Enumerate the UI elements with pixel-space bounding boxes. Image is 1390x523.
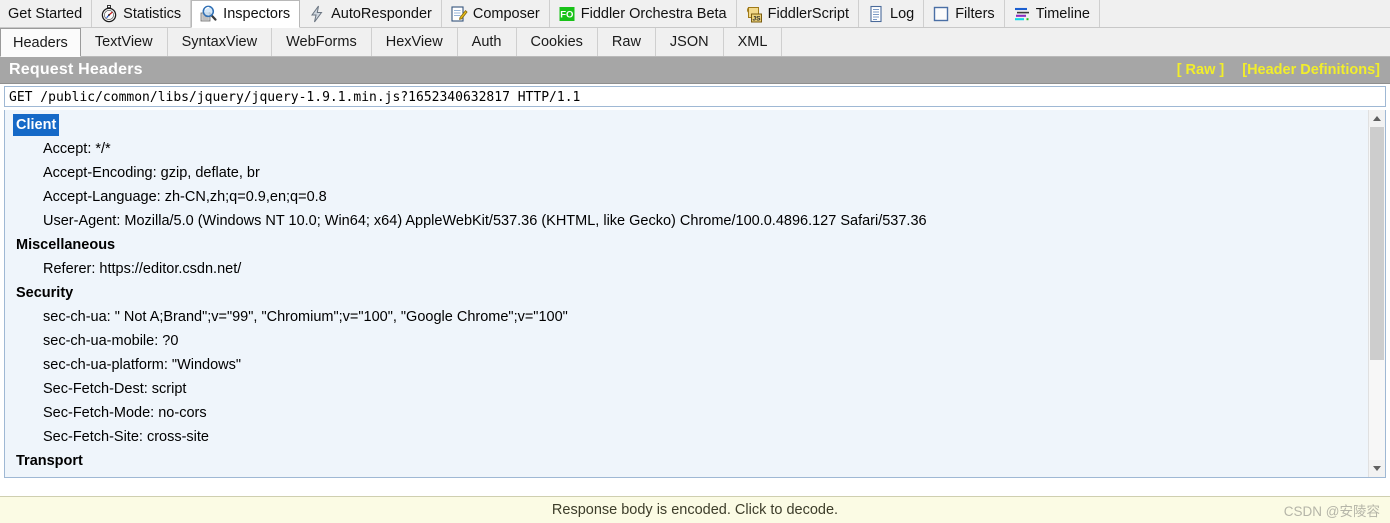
- header-row-accept-language[interactable]: Accept-Language: zh-CN,zh;q=0.9,en;q=0.8: [5, 185, 1368, 209]
- log-lines-icon: [867, 5, 885, 23]
- header-row-accept-encoding[interactable]: Accept-Encoding: gzip, deflate, br: [5, 161, 1368, 185]
- subtab-headers-label: Headers: [13, 34, 68, 51]
- subtab-auth[interactable]: Auth: [458, 28, 517, 56]
- header-row-sec-ch-ua[interactable]: sec-ch-ua: " Not A;Brand";v="99", "Chrom…: [5, 305, 1368, 329]
- tab-inspectors[interactable]: Inspectors: [191, 0, 301, 28]
- tab-filters-label: Filters: [955, 5, 995, 22]
- request-headers-title-bar: Request Headers [ Raw ] [Header Definiti…: [0, 57, 1390, 84]
- tab-timeline-label: Timeline: [1035, 5, 1090, 22]
- page-title: Request Headers: [9, 61, 143, 78]
- subtab-xml[interactable]: XML: [724, 28, 783, 56]
- tab-log[interactable]: Log: [859, 0, 925, 27]
- scrollbar-track[interactable]: [1369, 127, 1385, 460]
- subtab-auth-label: Auth: [471, 34, 502, 50]
- header-row-sec-ch-ua-mobile[interactable]: sec-ch-ua-mobile: ?0: [5, 329, 1368, 353]
- tab-inspectors-label: Inspectors: [223, 6, 291, 22]
- subtab-xml-label: XML: [737, 34, 768, 50]
- header-group-label: Transport: [16, 453, 83, 469]
- subtab-headers[interactable]: Headers: [0, 28, 81, 57]
- tab-filters[interactable]: Filters: [924, 0, 1005, 27]
- subtab-textview[interactable]: TextView: [81, 28, 168, 56]
- request-line-input[interactable]: GET /public/common/libs/jquery/jquery-1.…: [4, 86, 1386, 107]
- tab-log-label: Log: [890, 5, 915, 22]
- subtab-syntaxview[interactable]: SyntaxView: [168, 28, 273, 56]
- checkbox-icon: [932, 5, 950, 23]
- timeline-bars-icon: [1013, 5, 1031, 23]
- tab-fiddlerscript[interactable]: JS FiddlerScript: [736, 0, 859, 27]
- headers-list[interactable]: Client Accept: */* Accept-Encoding: gzip…: [5, 110, 1368, 477]
- header-group-security[interactable]: Security: [5, 281, 1368, 305]
- tab-get-started-label: Get Started: [8, 5, 83, 22]
- tab-bar-filler: [1099, 0, 1390, 27]
- status-message[interactable]: Response body is encoded. Click to decod…: [552, 502, 838, 518]
- sub-tab-bar-filler: [782, 28, 1390, 56]
- subtab-webforms-label: WebForms: [286, 34, 357, 50]
- header-row-accept[interactable]: Accept: */*: [5, 137, 1368, 161]
- header-group-label: Client: [13, 114, 60, 136]
- header-group-transport[interactable]: Transport: [5, 449, 1368, 473]
- tab-autoresponder-label: AutoResponder: [331, 5, 432, 22]
- subtab-json[interactable]: JSON: [656, 28, 724, 56]
- header-group-label: Miscellaneous: [16, 237, 116, 253]
- tab-statistics[interactable]: Statistics: [92, 0, 192, 27]
- subtab-textview-label: TextView: [94, 34, 153, 50]
- subtab-syntaxview-label: SyntaxView: [181, 34, 258, 50]
- subtab-raw[interactable]: Raw: [598, 28, 656, 56]
- header-row-sec-fetch-dest[interactable]: Sec-Fetch-Dest: script: [5, 377, 1368, 401]
- scrollbar-thumb[interactable]: [1370, 127, 1384, 361]
- csdn-watermark: CSDN @安陵容: [1283, 504, 1380, 519]
- tab-composer-label: Composer: [472, 5, 540, 22]
- chevron-up-icon: [1373, 116, 1381, 121]
- tab-get-started[interactable]: Get Started: [0, 0, 93, 27]
- headers-list-pane: Client Accept: */* Accept-Encoding: gzip…: [4, 110, 1386, 478]
- header-definitions-link[interactable]: [Header Definitions]: [1242, 62, 1380, 78]
- tab-fiddlerscript-label: FiddlerScript: [767, 5, 849, 22]
- subtab-cookies[interactable]: Cookies: [517, 28, 598, 56]
- header-row-sec-fetch-site[interactable]: Sec-Fetch-Site: cross-site: [5, 425, 1368, 449]
- subtab-raw-label: Raw: [611, 34, 641, 50]
- inspector-sub-tab-bar: Headers TextView SyntaxView WebForms Hex…: [0, 28, 1390, 57]
- svg-text:FO: FO: [560, 9, 573, 20]
- subtab-hexview[interactable]: HexView: [372, 28, 458, 56]
- svg-text:JS: JS: [752, 15, 761, 22]
- fiddler-window: Get Started Statistics Inspectors AutoRe…: [0, 0, 1390, 523]
- header-row-user-agent[interactable]: User-Agent: Mozilla/5.0 (Windows NT 10.0…: [5, 209, 1368, 233]
- header-row-sec-ch-ua-platform[interactable]: sec-ch-ua-platform: "Windows": [5, 353, 1368, 377]
- notepad-pencil-icon: [450, 5, 468, 23]
- header-group-miscellaneous[interactable]: Miscellaneous: [5, 233, 1368, 257]
- tab-autoresponder[interactable]: AutoResponder: [300, 0, 442, 27]
- main-tab-bar: Get Started Statistics Inspectors AutoRe…: [0, 0, 1390, 28]
- tab-fiddler-orchestra-label: Fiddler Orchestra Beta: [580, 5, 727, 22]
- header-group-client[interactable]: Client: [5, 113, 1368, 137]
- subtab-webforms[interactable]: WebForms: [272, 28, 372, 56]
- request-line-container: GET /public/common/libs/jquery/jquery-1.…: [0, 84, 1390, 110]
- subtab-cookies-label: Cookies: [530, 34, 583, 50]
- scroll-up-button[interactable]: [1369, 110, 1385, 127]
- subtab-hexview-label: HexView: [385, 34, 443, 50]
- status-bar[interactable]: Response body is encoded. Click to decod…: [0, 496, 1390, 523]
- chevron-down-icon: [1373, 466, 1381, 471]
- tab-composer[interactable]: Composer: [441, 0, 550, 27]
- header-row-sec-fetch-mode[interactable]: Sec-Fetch-Mode: no-cors: [5, 401, 1368, 425]
- scroll-down-button[interactable]: [1369, 460, 1385, 477]
- header-row-referer[interactable]: Referer: https://editor.csdn.net/: [5, 257, 1368, 281]
- js-scroll-icon: JS: [745, 5, 763, 23]
- magnifier-icon: [200, 5, 218, 23]
- header-links: [ Raw ] [Header Definitions]: [1177, 62, 1380, 78]
- stopwatch-icon: [100, 4, 118, 23]
- fo-badge-icon: FO: [558, 5, 576, 23]
- tab-statistics-label: Statistics: [123, 5, 182, 22]
- lightning-bolt-icon: [308, 5, 326, 23]
- raw-link[interactable]: [ Raw ]: [1177, 62, 1225, 78]
- header-group-label: Security: [16, 285, 74, 301]
- headers-vertical-scrollbar[interactable]: [1368, 110, 1385, 477]
- tab-timeline[interactable]: Timeline: [1004, 0, 1100, 27]
- subtab-json-label: JSON: [669, 34, 709, 50]
- tab-fiddler-orchestra-beta[interactable]: FO Fiddler Orchestra Beta: [549, 0, 737, 27]
